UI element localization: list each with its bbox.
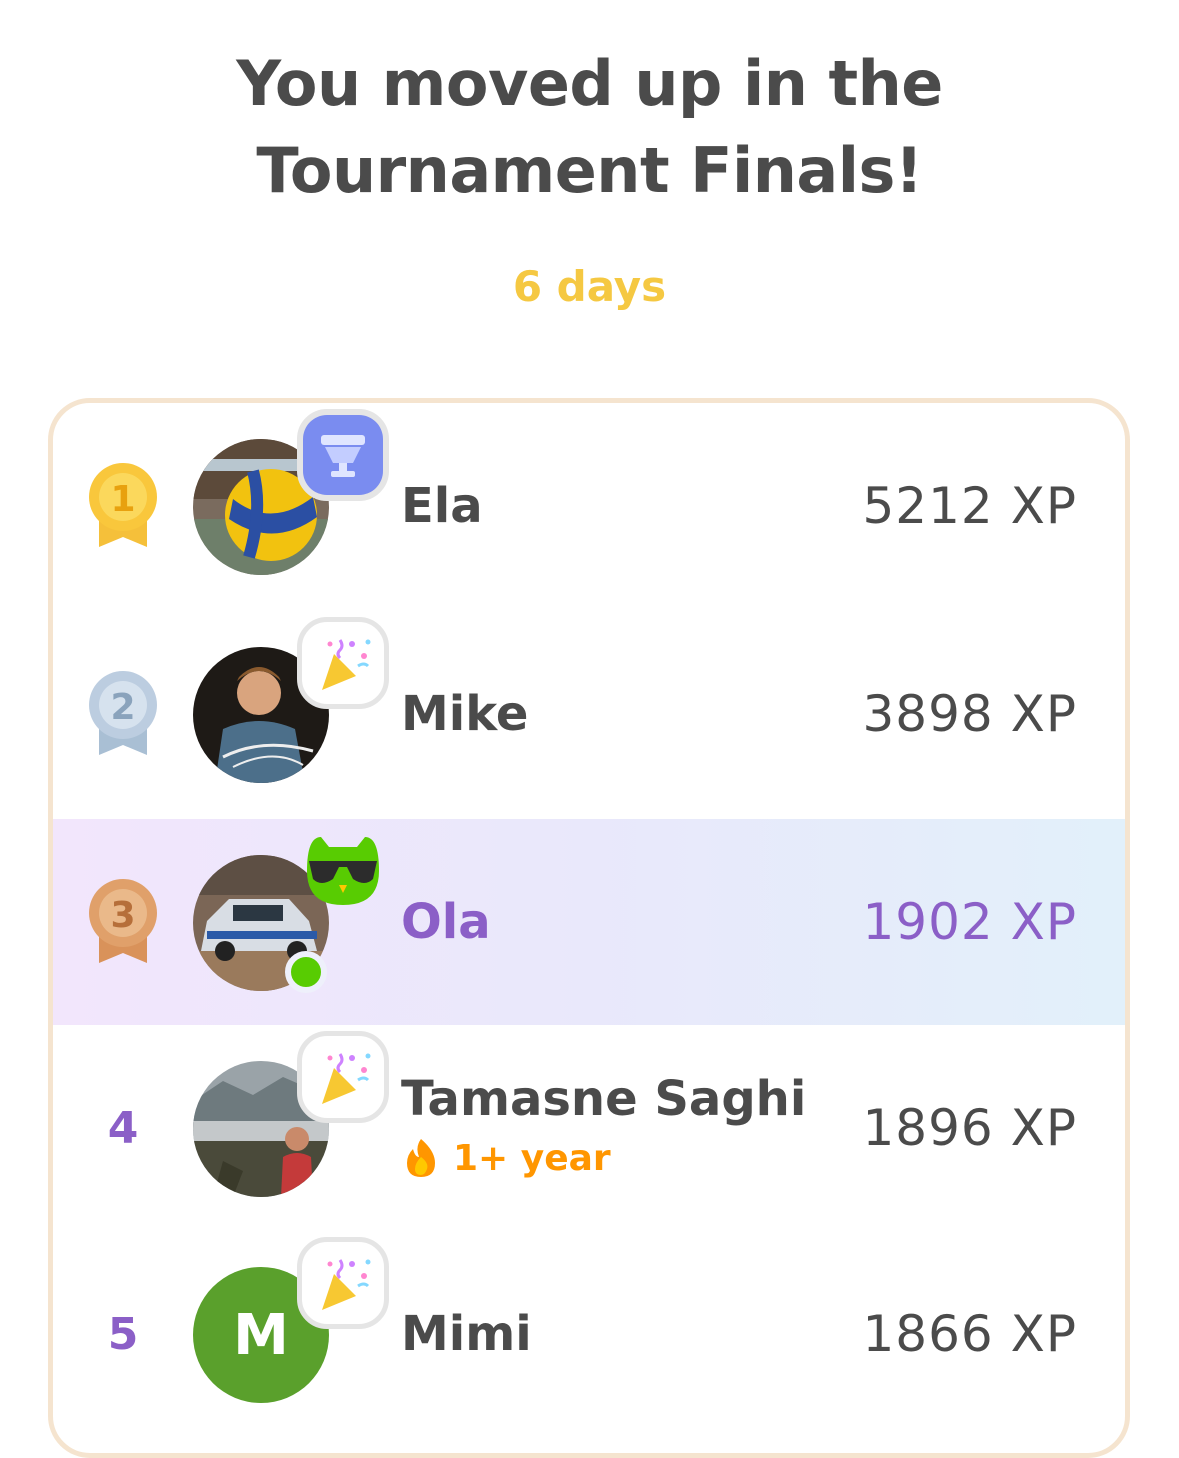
medal-rank-text: 3 bbox=[110, 895, 135, 936]
leaderboard-row[interactable]: 4 Tamasne Saghi 1+ year 1896 XP bbox=[53, 1025, 1125, 1231]
medal-rank-text: 2 bbox=[110, 687, 135, 728]
rank-text: 5 bbox=[107, 1308, 139, 1360]
rank-text: 4 bbox=[107, 1102, 139, 1154]
player-name: Ola bbox=[401, 894, 491, 950]
player-xp: 1866 XP bbox=[862, 1305, 1077, 1363]
trophy-icon bbox=[297, 409, 389, 501]
title-line-1: You moved up in the bbox=[236, 47, 943, 120]
player-xp: 3898 XP bbox=[862, 685, 1077, 743]
player-name-block: Tamasne Saghi 1+ year bbox=[401, 1069, 806, 1179]
rank-number: 4 bbox=[83, 1025, 163, 1231]
silver-medal-icon: 2 bbox=[89, 671, 157, 755]
leaderboard-row[interactable]: 1 Ela 5212 XP bbox=[53, 403, 1125, 609]
title-line-2: Tournament Finals! bbox=[256, 134, 923, 207]
streak-text: 1+ year bbox=[453, 1137, 611, 1179]
gold-medal-icon: 1 bbox=[89, 463, 157, 547]
avatar-initial: M bbox=[233, 1302, 289, 1368]
player-xp: 1896 XP bbox=[862, 1099, 1077, 1157]
flame-icon bbox=[407, 1139, 435, 1177]
medal-rank-text: 1 bbox=[110, 479, 135, 520]
player-xp: 1902 XP bbox=[862, 893, 1077, 951]
time-remaining: 6 days bbox=[512, 262, 667, 311]
online-status-dot bbox=[285, 951, 327, 993]
player-name: Mimi bbox=[401, 1306, 532, 1362]
leaderboard-row-current-user[interactable]: 3 Ola 1902 XP bbox=[53, 819, 1125, 1025]
bronze-medal-icon: 3 bbox=[89, 879, 157, 963]
rank-medal: 2 bbox=[83, 611, 163, 817]
rank-number: 5 bbox=[83, 1231, 163, 1437]
rank-medal: 3 bbox=[83, 819, 163, 1025]
owl-sunglasses-icon bbox=[297, 825, 389, 917]
leaderboard-row[interactable]: 2 Mike 3898 XP bbox=[53, 611, 1125, 817]
player-name: Tamasne Saghi bbox=[401, 1071, 807, 1127]
leaderboard-row[interactable]: 5 M Mimi 1866 XP bbox=[53, 1231, 1125, 1437]
leaderboard-card: 1 Ela 5212 XP 2 Mike 3898 XP 3 Ola 1902 … bbox=[48, 398, 1130, 1458]
page-title: You moved up in the Tournament Finals! bbox=[0, 40, 1179, 214]
party-popper-icon bbox=[297, 617, 389, 709]
party-popper-icon bbox=[297, 1237, 389, 1329]
player-name: Ela bbox=[401, 478, 483, 534]
player-name: Mike bbox=[401, 686, 529, 742]
player-xp: 5212 XP bbox=[862, 477, 1077, 535]
streak-indicator: 1+ year bbox=[401, 1137, 806, 1179]
party-popper-icon bbox=[297, 1031, 389, 1123]
rank-medal: 1 bbox=[83, 403, 163, 609]
